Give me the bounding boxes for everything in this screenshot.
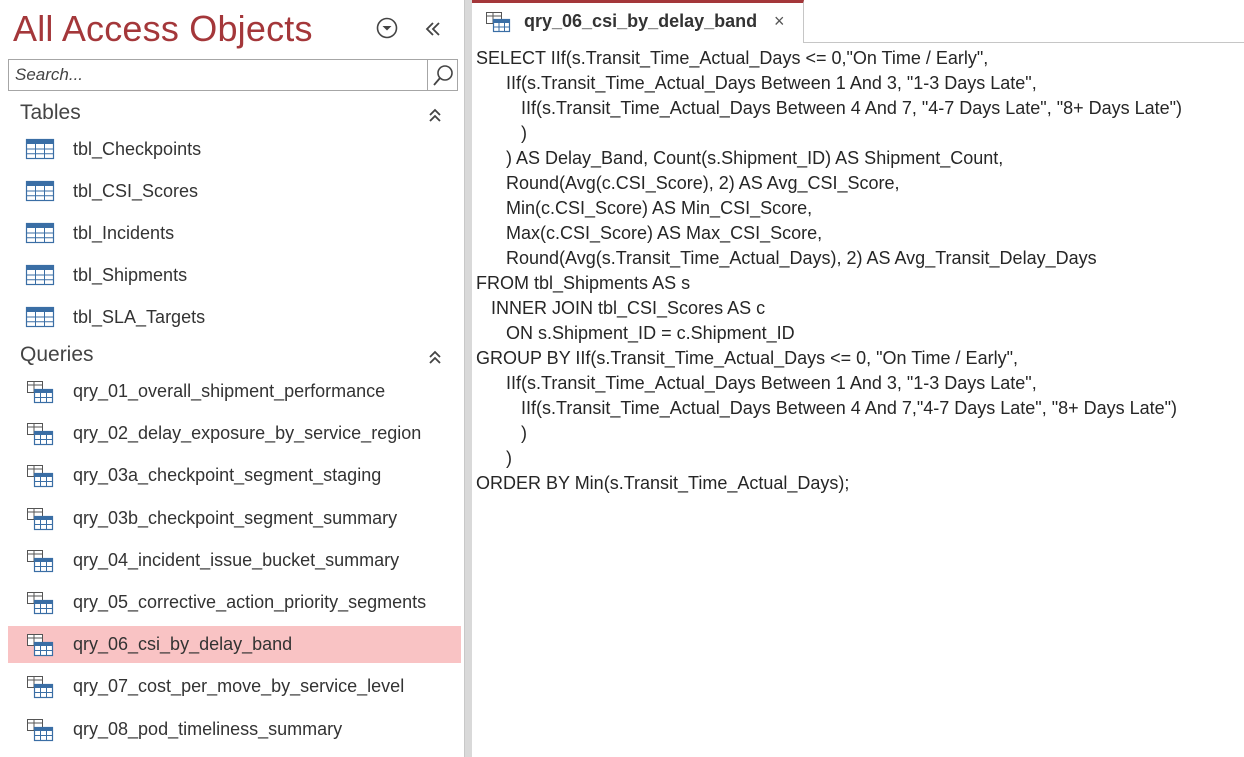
nav-item-tbl-csi-scores[interactable]: tbl_CSI_Scores [8,173,461,210]
sql-line: ) [476,423,528,443]
sql-editor[interactable]: SELECT IIf(s.Transit_Time_Actual_Days <=… [472,44,1244,757]
nav-item-label: qry_04_incident_issue_bucket_summary [73,550,400,570]
table-icon [25,222,55,244]
nav-item-qry-05-corrective-action-priority-segments[interactable]: qry_05_corrective_action_priority_segmen… [8,584,461,621]
query-icon [25,464,55,488]
nav-item-label: qry_07_cost_per_move_by_service_level [73,676,405,696]
nav-item-tbl-checkpoints[interactable]: tbl_Checkpoints [8,131,461,168]
dropdown-circle-icon [376,17,398,39]
query-icon [25,591,55,615]
sql-line: Round(Avg(s.Transit_Time_Actual_Days), 2… [476,248,1097,268]
nav-item-qry-04-incident-issue-bucket-summary[interactable]: qry_04_incident_issue_bucket_summary [8,542,461,579]
nav-item-label: qry_06_csi_by_delay_band [73,634,293,654]
close-tab-icon[interactable]: × [774,11,785,32]
sql-line: IIf(s.Transit_Time_Actual_Days Between 4… [476,398,1178,418]
nav-item-label: tbl_SLA_Targets [73,307,206,327]
nav-item-label: tbl_Shipments [73,265,188,285]
sql-line: FROM tbl_Shipments AS s [476,273,691,293]
nav-item-tbl-incidents[interactable]: tbl_Incidents [8,215,461,252]
sql-line: ORDER BY Min(s.Transit_Time_Actual_Days)… [476,473,850,493]
query-icon [25,549,55,573]
sql-line: ) [476,123,528,143]
nav-item-label: qry_08_pod_timeliness_summary [73,719,343,739]
sql-line: Min(c.CSI_Score) AS Min_CSI_Score, [476,198,813,218]
double-chevron-up-icon[interactable] [426,348,444,366]
query-icon [25,380,55,404]
nav-pane-title[interactable]: All Access Objects [13,8,313,50]
query-icon [25,675,55,699]
document-area: qry_06_csi_by_delay_band × SELECT IIf(s.… [472,0,1244,757]
sql-line: ON s.Shipment_ID = c.Shipment_ID [476,323,795,343]
nav-item-label: tbl_CSI_Scores [73,181,199,201]
sql-line: IIf(s.Transit_Time_Actual_Days Between 4… [476,98,1183,118]
table-icon [25,138,55,160]
sql-line: IIf(s.Transit_Time_Actual_Days Between 1… [476,73,1037,93]
sql-line: SELECT IIf(s.Transit_Time_Actual_Days <=… [476,48,989,68]
nav-item-label: tbl_Checkpoints [73,139,202,159]
nav-item-qry-01-overall-shipment-performance[interactable]: qry_01_overall_shipment_performance [8,373,461,410]
query-icon [25,507,55,531]
sql-line: Max(c.CSI_Score) AS Max_CSI_Score, [476,223,823,243]
nav-item-qry-07-cost-per-move-by-service-level[interactable]: qry_07_cost_per_move_by_service_level [8,668,461,705]
table-icon [25,306,55,328]
nav-item-label: qry_03b_checkpoint_segment_summary [73,508,398,528]
nav-pane-menu-button[interactable] [376,17,398,39]
nav-pane-collapse-button[interactable] [422,18,444,40]
tab-qry-06-csi-by-delay-band[interactable]: qry_06_csi_by_delay_band × [472,0,804,43]
nav-search-box [8,59,458,91]
search-input[interactable] [9,60,429,90]
pane-splitter[interactable] [464,0,472,757]
sql-line: ) AS Delay_Band, Count(s.Shipment_ID) AS… [476,148,1004,168]
navigation-pane: All Access Objects Tables tbl_Checkpoints… [0,0,464,757]
double-chevron-up-icon[interactable] [426,106,444,124]
nav-group-header-queries[interactable]: Queries [20,343,94,367]
search-button[interactable] [427,60,457,90]
sql-line: IIf(s.Transit_Time_Actual_Days Between 1… [476,373,1037,393]
query-icon [25,422,55,446]
tab-label: qry_06_csi_by_delay_band [524,11,758,31]
double-chevron-left-icon [425,22,440,36]
nav-item-qry-06-csi-by-delay-band[interactable]: qry_06_csi_by_delay_band [8,626,461,663]
table-icon [25,180,55,202]
nav-item-label: qry_03a_checkpoint_segment_staging [73,465,382,485]
sql-line: Round(Avg(c.CSI_Score), 2) AS Avg_CSI_Sc… [476,173,900,193]
nav-item-label: tbl_Incidents [73,223,175,243]
nav-item-qry-03b-checkpoint-segment-summary[interactable]: qry_03b_checkpoint_segment_summary [8,500,461,537]
nav-item-tbl-shipments[interactable]: tbl_Shipments [8,257,461,294]
table-icon [25,264,55,286]
query-icon [25,633,55,657]
nav-item-label: qry_02_delay_exposure_by_service_region [73,423,422,443]
nav-item-qry-03a-checkpoint-segment-staging[interactable]: qry_03a_checkpoint_segment_staging [8,457,461,494]
nav-group-header-tables[interactable]: Tables [20,101,81,125]
nav-item-label: qry_05_corrective_action_priority_segmen… [73,592,427,612]
query-icon [484,11,512,33]
document-tab-strip: qry_06_csi_by_delay_band × [472,0,1244,43]
search-icon [432,65,453,86]
nav-item-qry-08-pod-timeliness-summary[interactable]: qry_08_pod_timeliness_summary [8,711,461,748]
nav-item-label: qry_01_overall_shipment_performance [73,381,386,401]
nav-item-qry-02-delay-exposure-by-service-region[interactable]: qry_02_delay_exposure_by_service_region [8,415,461,452]
sql-line: GROUP BY IIf(s.Transit_Time_Actual_Days … [476,348,1018,368]
sql-line: INNER JOIN tbl_CSI_Scores AS c [476,298,766,318]
nav-item-tbl-sla-targets[interactable]: tbl_SLA_Targets [8,299,461,336]
query-icon [25,718,55,742]
sql-line: ) [476,448,512,468]
